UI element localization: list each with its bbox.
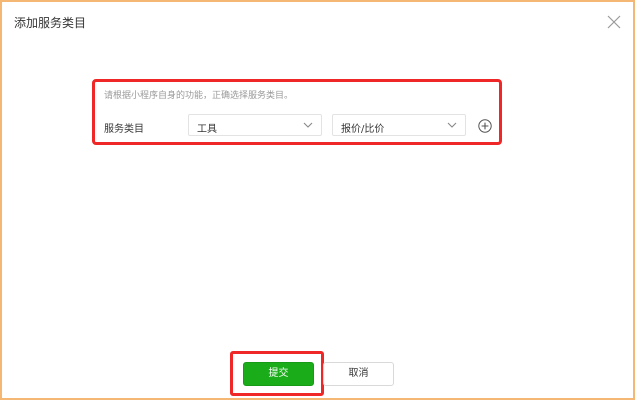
add-category-dialog: 添加服务类目 请根据小程序自身的功能，正确选择服务类目。 服务类目 工具 报价/… [0,0,635,400]
primary-category-select[interactable]: 工具 [188,114,322,136]
plus-circle-icon[interactable] [478,118,492,133]
dialog-title: 添加服务类目 [14,16,87,30]
form-tip: 请根据小程序自身的功能，正确选择服务类目。 [104,91,294,101]
cancel-button[interactable]: 取消 [323,362,394,386]
secondary-category-value: 报价/比价 [341,124,385,135]
secondary-category-select[interactable]: 报价/比价 [332,114,466,136]
chevron-down-icon [447,122,457,128]
close-icon[interactable] [606,14,622,30]
chevron-down-icon [303,122,313,128]
category-label: 服务类目 [104,124,144,135]
primary-category-value: 工具 [197,124,217,135]
submit-button[interactable]: 提交 [243,362,314,386]
